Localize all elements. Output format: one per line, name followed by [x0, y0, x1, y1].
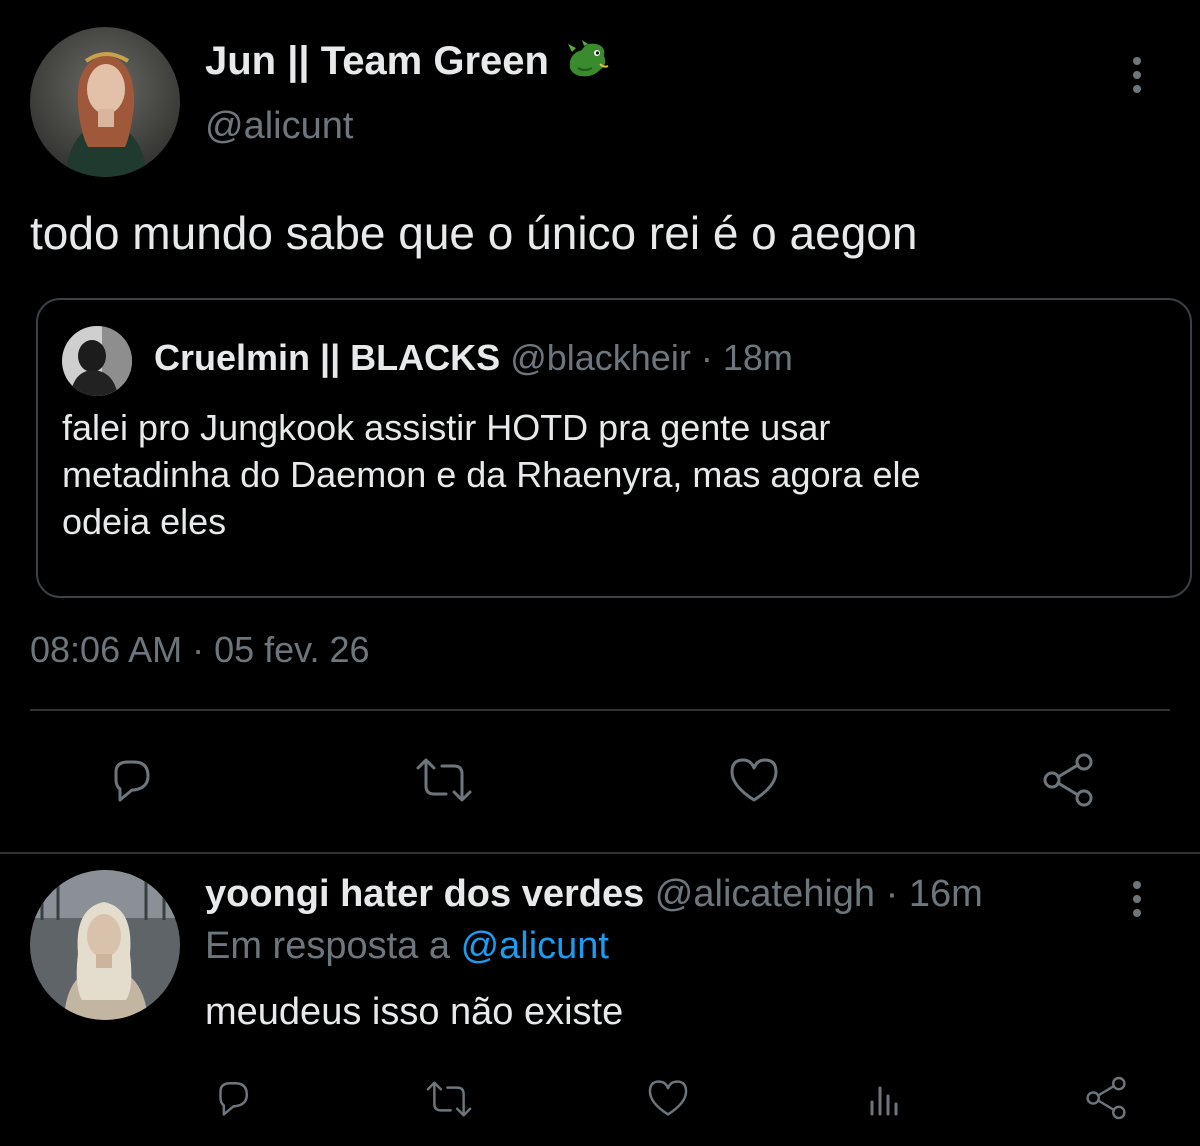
reply-prefix: Em resposta a — [205, 925, 450, 967]
quoted-text-line: metadinha do Daemon e da Rhaenyra, mas a… — [62, 454, 921, 495]
quoted-author-avatar — [62, 326, 132, 396]
reply-author-avatar[interactable] — [30, 870, 180, 1020]
reply-author-handle[interactable]: @alicatehigh — [655, 873, 875, 915]
reply-text: meudeus isso não existe — [205, 991, 624, 1033]
reply-time: 16m — [908, 873, 983, 915]
author-name: Jun || Team Green — [205, 39, 549, 83]
quoted-time: 18m — [722, 337, 793, 378]
quoted-separator: · — [700, 337, 713, 378]
quoted-author-row: Cruelmin || BLACKS @blackheir · 18m — [154, 336, 793, 380]
author-handle[interactable]: @alicunt — [205, 104, 353, 148]
dragon-emoji-icon — [564, 38, 612, 82]
tweet-text: todo mundo sabe que o único rei é o aego… — [30, 207, 918, 259]
reply-icon[interactable] — [209, 1075, 255, 1121]
quoted-text: falei pro Jungkook assistir HOTD pra gen… — [62, 404, 921, 545]
more-options-icon[interactable] — [1131, 57, 1143, 93]
divider — [30, 709, 1170, 711]
quoted-tweet-card[interactable]: Cruelmin || BLACKS @blackheir · 18m fale… — [36, 298, 1192, 598]
reply-separator: · — [885, 873, 899, 915]
share-icon[interactable] — [1082, 1074, 1130, 1122]
analytics-icon[interactable] — [862, 1076, 908, 1122]
quoted-text-line: falei pro Jungkook assistir HOTD pra gen… — [62, 407, 831, 448]
like-icon[interactable] — [724, 752, 784, 808]
reply-to-handle[interactable]: @alicunt — [461, 925, 609, 967]
thread-divider — [0, 852, 1200, 854]
retweet-icon[interactable] — [412, 752, 476, 808]
like-icon[interactable] — [643, 1075, 693, 1121]
reply-author-name[interactable]: yoongi hater dos verdes — [205, 873, 644, 915]
quoted-author-handle: @blackheir — [510, 337, 691, 378]
author-name-row[interactable]: Jun || Team Green — [205, 38, 612, 84]
reply-author-row: yoongi hater dos verdes @alicatehigh · 1… — [205, 872, 983, 916]
share-icon[interactable] — [1038, 750, 1098, 810]
reply-context: Em resposta a @alicunt — [205, 924, 609, 968]
quoted-author-name: Cruelmin || BLACKS — [154, 337, 501, 378]
reply-more-options-icon[interactable] — [1131, 881, 1143, 917]
retweet-icon[interactable] — [423, 1076, 475, 1122]
quoted-text-line: odeia eles — [62, 501, 227, 542]
reply-icon[interactable] — [102, 752, 158, 808]
author-avatar[interactable] — [30, 27, 180, 177]
tweet-timestamp[interactable]: 08:06 AM · 05 fev. 26 — [30, 628, 370, 672]
